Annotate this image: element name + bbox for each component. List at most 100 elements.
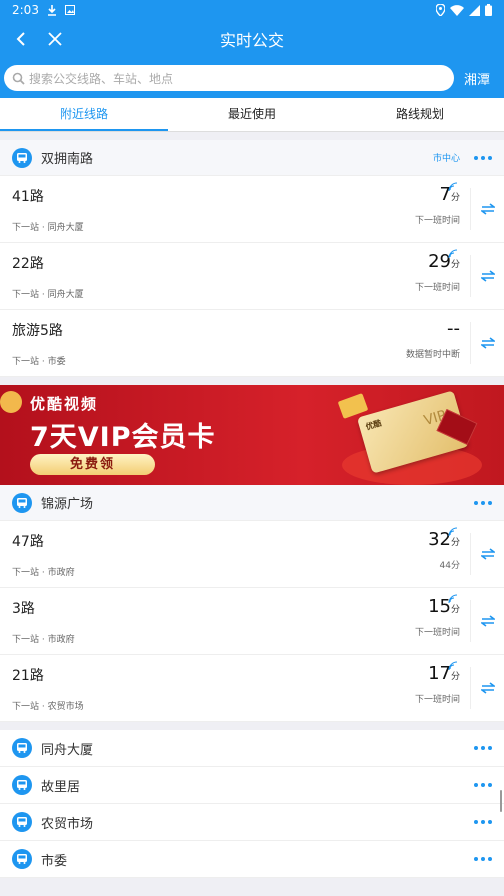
eta-unit: 分 [450,260,460,270]
tab-route-planning[interactable]: 路线规划 [336,98,504,131]
next-stop: 下一站 · 市委 [12,357,66,367]
swap-icon [480,203,495,215]
eta-unit: 分 [450,605,460,615]
stop-name: 市委 [41,853,68,869]
more-icon[interactable] [474,155,492,160]
stop-header[interactable]: 锦源广场 [0,485,504,521]
bus-stop-icon [12,147,32,168]
status-bar: 2:03 [0,0,504,20]
tab-bar: 附近线路 最近使用 路线规划 [0,98,504,132]
eta-note: 数据暂时中断 [405,350,460,360]
divider [0,722,504,730]
status-time: 2:03 [12,3,39,17]
close-button[interactable] [44,28,66,50]
tab-recent[interactable]: 最近使用 [168,98,336,131]
search-placeholder: 搜索公交线路、车站、地点 [29,71,174,86]
stop-name: 锦源广场 [41,497,94,512]
chevron-left-icon [16,32,25,46]
bus-stop-icon [12,492,32,513]
eta-unit: 分 [450,538,460,548]
route-row[interactable]: 47路 下一站 · 市政府 32分 44分 [0,521,504,588]
more-icon[interactable] [474,857,492,861]
switch-direction-button[interactable] [470,188,504,230]
route-row[interactable]: 3路 下一站 · 市政府 15分 下一班时间 [0,588,504,655]
more-icon[interactable] [474,820,492,824]
ad-banner[interactable]: 优酷视频 7天VIP会员卡 免费领 优酷 VIP [0,385,504,485]
route-row[interactable]: 41路 下一站 · 同舟大厦 7分 下一班时间 [0,176,504,243]
realtime-signal-icon [448,182,458,192]
eta-unit: 分 [450,672,460,682]
realtime-signal-icon [448,594,458,604]
search-input[interactable]: 搜索公交线路、车站、地点 [4,65,454,91]
stop-tag: 市中心 [432,154,460,164]
bus-stop-icon [12,849,32,869]
route-row[interactable]: 21路 下一站 · 农贸市场 17分 下一班时间 [0,655,504,722]
switch-direction-button[interactable] [470,322,504,364]
switch-direction-button[interactable] [470,600,504,642]
coin-icon [0,391,22,413]
divider [0,132,504,140]
eta-note: 下一班时间 [414,628,460,638]
switch-direction-button[interactable] [470,255,504,297]
ad-brand: 优酷视频 [30,395,99,413]
more-icon[interactable] [474,500,492,505]
realtime-signal-icon [448,249,458,259]
bus-stop-icon [12,738,32,758]
divider [0,377,504,385]
eta-note: 44分 [439,561,460,571]
next-stop: 下一站 · 同舟大厦 [12,290,84,300]
bus-stop-icon [12,812,32,832]
close-icon [48,32,62,46]
route-row[interactable]: 旅游5路 下一站 · 市委 -- 数据暂时中断 [0,310,504,377]
stop-name: 同舟大厦 [41,742,94,758]
next-stop: 下一站 · 农贸市场 [12,702,84,712]
scrollbar[interactable] [500,790,502,812]
city-selector[interactable]: 湘潭 [464,69,490,88]
stop-name: 双拥南路 [41,152,94,167]
more-icon[interactable] [474,746,492,750]
route-name: 旅游5路 [12,323,63,339]
stop-item[interactable]: 市委 [0,841,504,878]
stop-name: 农贸市场 [41,816,94,832]
next-stop: 下一站 · 同舟大厦 [12,223,84,233]
realtime-signal-icon [448,661,458,671]
eta-note: 下一班时间 [414,283,460,293]
eta-note: 下一班时间 [414,695,460,705]
realtime-signal-icon [448,527,458,537]
page-title: 实时公交 [219,31,284,50]
search-bar: 搜索公交线路、车站、地点 湘潭 [0,58,504,98]
stop-item[interactable]: 同舟大厦 [0,730,504,767]
title-bar: 实时公交 [0,20,504,58]
route-row[interactable]: 22路 下一站 · 同舟大厦 29分 下一班时间 [0,243,504,310]
wifi-icon [450,4,464,16]
swap-icon [480,337,495,349]
ad-cta-button[interactable]: 免费领 [30,454,155,475]
stop-header[interactable]: 双拥南路 市中心 [0,140,504,176]
swap-icon [480,548,495,560]
more-icon[interactable] [474,783,492,787]
image-notification-icon [64,5,75,15]
eta-value: -- [447,318,460,339]
route-name: 3路 [12,601,35,617]
next-stop: 下一站 · 市政府 [12,568,75,578]
app-root: { "status": {"time": "2:03"}, "header": … [0,0,504,896]
swap-icon [480,682,495,694]
signal-icon [469,4,480,16]
ad-headline: 7天VIP会员卡 [30,422,216,453]
battery-icon [485,4,492,16]
next-stop: 下一站 · 市政府 [12,635,75,645]
stop-item[interactable]: 农贸市场 [0,804,504,841]
tab-nearby[interactable]: 附近线路 [0,98,168,131]
eta-unit: 分 [450,193,460,203]
search-icon [12,72,25,85]
swap-icon [480,615,495,627]
stop-item[interactable]: 故里居 [0,767,504,804]
route-name: 41路 [12,189,44,205]
swap-icon [480,270,495,282]
route-name: 47路 [12,534,44,550]
switch-direction-button[interactable] [470,533,504,575]
eta-note: 下一班时间 [414,216,460,226]
back-button[interactable] [10,28,32,50]
switch-direction-button[interactable] [470,667,504,709]
location-icon [436,4,445,16]
